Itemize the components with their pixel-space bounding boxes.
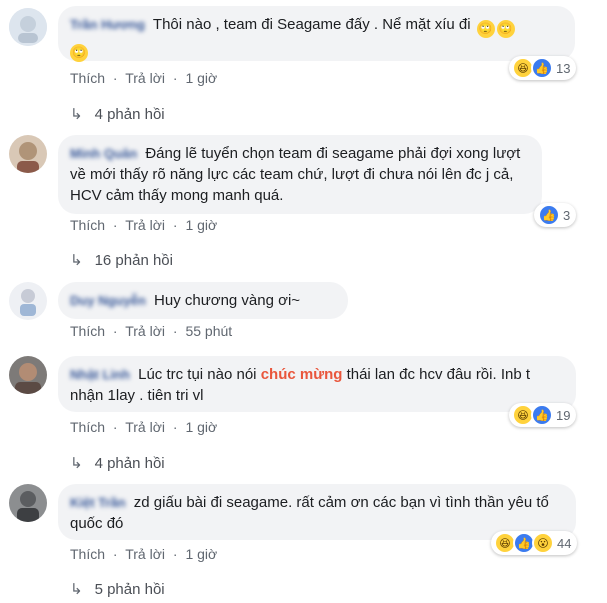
- wow-reaction-icon: 😮: [532, 532, 554, 554]
- like-reaction-icon: 👍: [538, 204, 560, 226]
- reply-link[interactable]: Trả lời: [125, 70, 165, 86]
- separator: ·: [112, 217, 118, 233]
- separator: ·: [112, 546, 118, 562]
- highlighted-phrase: chúc mừng: [260, 366, 343, 383]
- replies-count[interactable]: 16 phản hồi: [95, 252, 173, 269]
- separator: ·: [112, 70, 118, 86]
- replies-count[interactable]: 4 phản hồi: [95, 455, 165, 472]
- view-replies-link[interactable]: ↳ 16 phản hồi: [70, 251, 173, 269]
- comment-time[interactable]: 1 giờ: [185, 546, 217, 562]
- avatar[interactable]: [9, 8, 47, 46]
- comment-bubble: Minh Quân Đáng lẽ tuyển chọn team đi sea…: [58, 135, 542, 214]
- reaction-badge[interactable]: 😆 👍 19: [509, 403, 577, 427]
- comment-bubble: Duy Nguyễn Huy chương vàng ơi~: [58, 282, 348, 319]
- view-replies-link[interactable]: ↳ 4 phản hồi: [70, 454, 165, 472]
- comment-text-before: Lúc trc tụi nào nói: [138, 366, 257, 383]
- comment-author[interactable]: Duy Nguyễn: [70, 290, 146, 311]
- comment-author[interactable]: Trần Hương: [70, 14, 145, 35]
- comment-actions: Thích · Trả lời · 1 giờ: [70, 546, 217, 562]
- like-link[interactable]: Thích: [70, 323, 105, 339]
- reply-link[interactable]: Trả lời: [125, 419, 165, 435]
- comment-author[interactable]: Minh Quân: [70, 143, 137, 164]
- replies-count[interactable]: 5 phản hồi: [95, 581, 165, 598]
- like-link[interactable]: Thích: [70, 419, 105, 435]
- like-link[interactable]: Thích: [70, 217, 105, 233]
- comment-actions: Thích · Trả lời · 55 phút: [70, 323, 232, 339]
- comment-text: Huy chương vàng ơi~: [154, 292, 301, 309]
- comment-text: Thôi nào , team đi Seagame đấy . Nể mặt …: [152, 16, 471, 33]
- comment-actions: Thích · Trả lời · 1 giờ: [70, 419, 217, 435]
- comment-actions: Thích · Trả lời · 1 giờ: [70, 217, 217, 233]
- like-link[interactable]: Thích: [70, 70, 105, 86]
- comment-author[interactable]: Kiệt Trần: [70, 492, 126, 513]
- replies-count[interactable]: 4 phản hồi: [95, 106, 165, 123]
- reply-arrow-icon: ↳: [70, 252, 83, 269]
- avatar-image-icon: [9, 8, 47, 46]
- comment-actions: Thích · Trả lời · 1 giờ: [70, 70, 217, 86]
- reaction-count: 19: [556, 407, 571, 423]
- reply-link[interactable]: Trả lời: [125, 217, 165, 233]
- avatar-image-icon: [9, 135, 47, 173]
- view-replies-link[interactable]: ↳ 4 phản hồi: [70, 105, 165, 123]
- reaction-count: 13: [556, 60, 571, 76]
- like-reaction-icon: 👍: [531, 404, 553, 426]
- comment-author[interactable]: Nhật Linh: [70, 364, 130, 385]
- reply-arrow-icon: ↳: [70, 106, 83, 123]
- reaction-count: 44: [557, 535, 572, 551]
- reaction-badge[interactable]: 😆 👍 😮 44: [491, 531, 578, 555]
- comment-time[interactable]: 1 giờ: [185, 419, 217, 435]
- reply-link[interactable]: Trả lời: [125, 323, 165, 339]
- separator: ·: [112, 323, 118, 339]
- comment-text: zd giấu bài đi seagame. rất cảm ơn các b…: [70, 494, 549, 532]
- reply-arrow-icon: ↳: [70, 581, 83, 598]
- separator: ·: [172, 546, 178, 562]
- comment-time[interactable]: 1 giờ: [185, 217, 217, 233]
- reaction-count: 3: [563, 207, 571, 223]
- rolling-eyes-emoji-icon: 🙄: [496, 20, 515, 38]
- avatar-image-icon: [9, 282, 47, 320]
- avatar[interactable]: [9, 282, 47, 320]
- rolling-eyes-emoji-icon: 🙄: [476, 20, 495, 38]
- reaction-badge[interactable]: 😆 👍 13: [509, 56, 577, 80]
- separator: ·: [172, 70, 178, 86]
- comment-bubble: Nhật Linh Lúc trc tụi nào nói chúc mừng …: [58, 356, 576, 412]
- like-reaction-icon: 👍: [531, 57, 553, 79]
- comment-bubble: Trần Hương Thôi nào , team đi Seagame đấ…: [58, 6, 575, 62]
- avatar[interactable]: [9, 356, 47, 394]
- reply-arrow-icon: ↳: [70, 455, 83, 472]
- avatar[interactable]: [9, 135, 47, 173]
- rolling-eyes-emoji-icon: 🙄: [70, 44, 88, 62]
- view-replies-link[interactable]: ↳ 5 phản hồi: [70, 580, 165, 598]
- comment-text: Đáng lẽ tuyển chọn team đi seagame phải …: [70, 145, 521, 204]
- comment-time[interactable]: 1 giờ: [185, 70, 217, 86]
- comment-time[interactable]: 55 phút: [185, 323, 232, 339]
- separator: ·: [112, 419, 118, 435]
- avatar[interactable]: [9, 484, 47, 522]
- avatar-image-icon: [9, 484, 47, 522]
- reply-link[interactable]: Trả lời: [125, 546, 165, 562]
- avatar-image-icon: [9, 356, 47, 394]
- separator: ·: [172, 217, 178, 233]
- separator: ·: [172, 419, 178, 435]
- like-link[interactable]: Thích: [70, 546, 105, 562]
- separator: ·: [172, 323, 178, 339]
- reaction-badge[interactable]: 👍 3: [534, 203, 577, 227]
